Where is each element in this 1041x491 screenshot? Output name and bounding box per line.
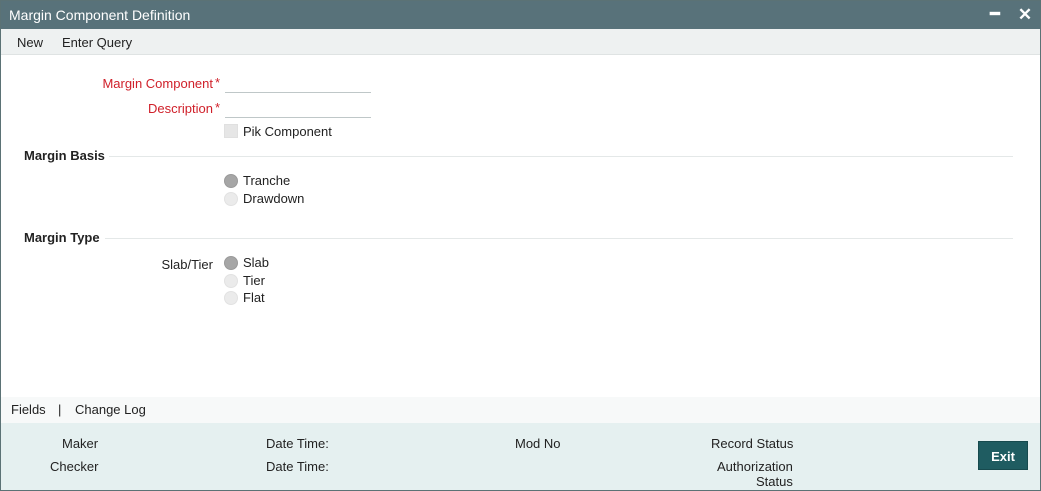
- description-input[interactable]: [225, 98, 371, 118]
- audit-panel: Maker Checker Date Time: Date Time: Mod …: [1, 423, 1040, 490]
- checker-date-time-label: Date Time:: [266, 459, 329, 474]
- margin-component-input[interactable]: [225, 73, 371, 93]
- checker-label: Checker: [50, 459, 99, 474]
- flat-label: Flat: [243, 290, 265, 305]
- margin-type-title: Margin Type: [24, 230, 100, 245]
- margin-basis-divider: [109, 156, 1013, 157]
- close-icon[interactable]: ✕: [1015, 5, 1035, 25]
- margin-component-window: Margin Component Definition ━ ✕ New Ente…: [0, 0, 1041, 491]
- change-log-link[interactable]: Change Log: [75, 402, 146, 417]
- margin-component-required-marker: *: [215, 75, 221, 90]
- slab-radio[interactable]: [224, 256, 238, 270]
- pik-component-checkbox[interactable]: [224, 124, 238, 138]
- tier-label: Tier: [243, 273, 265, 288]
- tranche-label: Tranche: [243, 173, 291, 188]
- toolbar: New Enter Query: [1, 29, 1040, 55]
- footer-separator: |: [58, 402, 62, 417]
- exit-button[interactable]: Exit: [978, 441, 1028, 470]
- maker-label: Maker: [62, 436, 99, 451]
- margin-type-divider: [105, 238, 1013, 239]
- margin-component-label: Margin Component: [102, 76, 213, 91]
- fields-bar: Fields | Change Log: [1, 397, 1040, 423]
- drawdown-label: Drawdown: [243, 191, 305, 206]
- drawdown-radio[interactable]: [224, 192, 238, 206]
- tranche-radio[interactable]: [224, 174, 238, 188]
- slab-label: Slab: [243, 255, 270, 270]
- pik-component-label: Pik Component: [243, 124, 332, 139]
- maker-date-time-label: Date Time:: [266, 436, 329, 451]
- description-required-marker: *: [215, 100, 221, 115]
- record-status-label: Record Status: [711, 436, 794, 451]
- authorization-status-label: Status: [756, 474, 793, 489]
- title-bar: Margin Component Definition ━ ✕: [1, 1, 1040, 29]
- slab-tier-label: Slab/Tier: [161, 257, 213, 272]
- minimize-icon[interactable]: ━: [985, 5, 1005, 25]
- flat-radio[interactable]: [224, 291, 238, 305]
- description-label: Description: [147, 101, 213, 116]
- authorization-label: Authorization: [717, 459, 793, 474]
- fields-link[interactable]: Fields: [11, 402, 46, 417]
- mod-no-label: Mod No: [515, 436, 561, 451]
- new-button[interactable]: New: [17, 35, 43, 50]
- window-title: Margin Component Definition: [9, 7, 191, 23]
- tier-radio[interactable]: [224, 274, 238, 288]
- enter-query-button[interactable]: Enter Query: [62, 35, 132, 50]
- margin-basis-title: Margin Basis: [24, 148, 105, 163]
